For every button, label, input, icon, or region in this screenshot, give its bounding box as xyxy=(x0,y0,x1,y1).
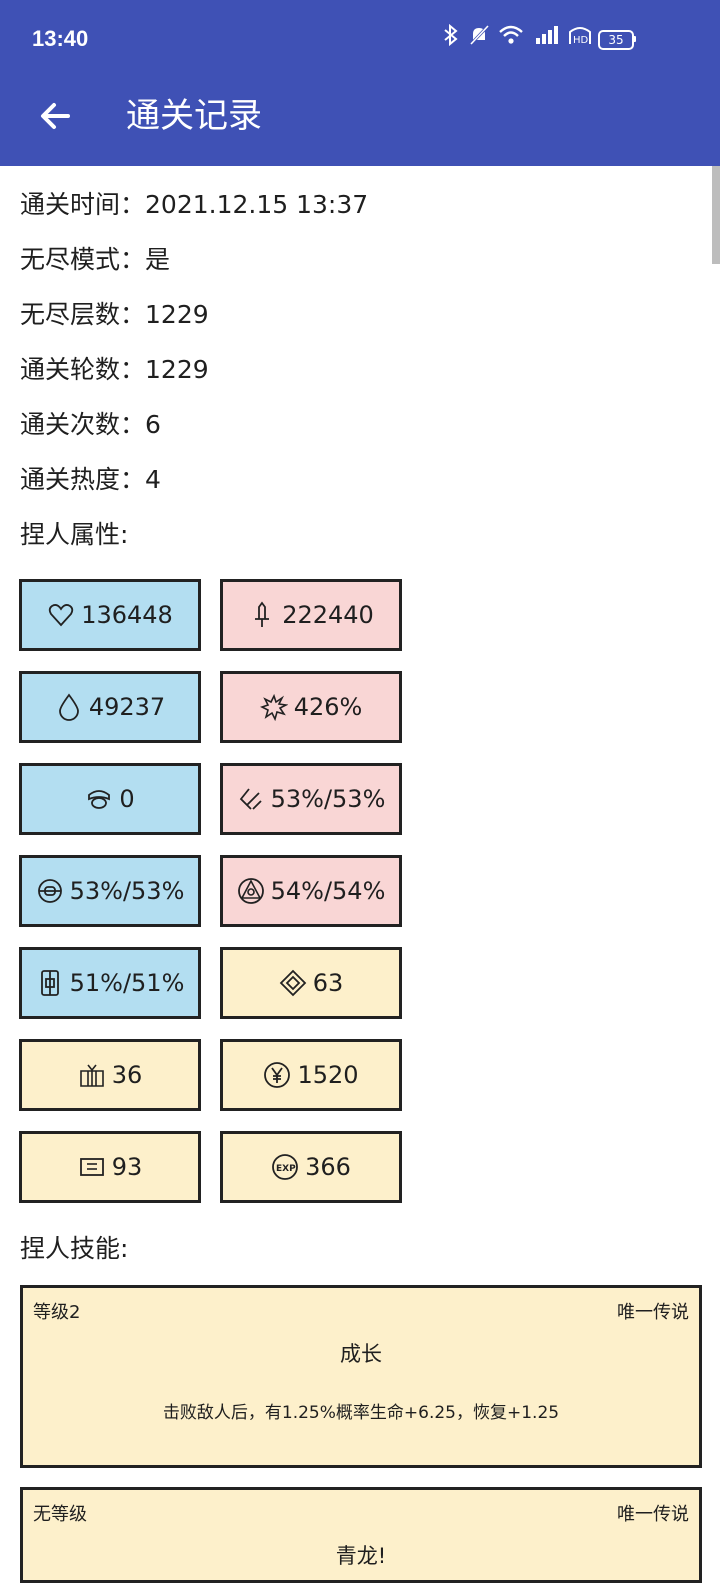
heart-icon xyxy=(49,604,74,627)
exp-icon: EXP xyxy=(272,1154,298,1180)
battery-tip xyxy=(633,36,636,42)
stat-exp: EXP 366 xyxy=(220,1131,402,1203)
info-endless-mode: 无尽模式：是 xyxy=(20,245,171,274)
svg-text:HD: HD xyxy=(573,35,589,46)
skill-level: 无等级 xyxy=(33,1504,87,1525)
skill-card[interactable]: 等级2 唯一传说 成长 击败敌人后，有1.25%概率生命+6.25，恢复+1.2… xyxy=(20,1285,702,1468)
app-bar: 13:40 HD 35 通关记录 xyxy=(0,0,720,166)
info-clear-rounds: 通关轮数：1229 xyxy=(20,355,209,384)
mute-icon xyxy=(468,24,490,51)
info-clear-time: 通关时间：2021.12.15 13:37 xyxy=(20,190,369,219)
stat-gems: 63 xyxy=(220,947,402,1019)
scrollbar[interactable] xyxy=(712,166,720,264)
stat-resist: 53%/53% xyxy=(19,855,201,927)
info-clear-count: 通关次数：6 xyxy=(20,410,161,439)
stat-crit-rate: 53%/53% xyxy=(220,763,402,835)
stat-cards: 93 xyxy=(19,1131,201,1203)
stat-block: 51%/51% xyxy=(19,947,201,1019)
battery-icon: 35 xyxy=(598,30,634,50)
info-endless-floors: 无尽层数：1229 xyxy=(20,300,209,329)
triangle-circle-icon xyxy=(237,878,264,904)
info-heat: 通关热度：4 xyxy=(20,465,161,494)
skill-name: 成长 xyxy=(340,1342,382,1366)
status-time: 13:40 xyxy=(32,26,89,51)
hd-icon: HD xyxy=(568,24,592,51)
stat-mana: 49237 xyxy=(19,671,201,743)
sword-icon xyxy=(255,601,270,627)
drop-icon xyxy=(58,693,79,721)
back-button[interactable] xyxy=(34,94,78,138)
slash-icon xyxy=(239,788,262,810)
burst-icon xyxy=(259,693,288,721)
signal-4g-icon xyxy=(532,24,560,51)
svg-text:EXP: EXP xyxy=(276,1164,296,1174)
card-icon xyxy=(79,1158,104,1176)
stat-hp: 136448 xyxy=(19,579,201,651)
stat-coins: 1520 xyxy=(220,1039,402,1111)
stat-attack: 222440 xyxy=(220,579,402,651)
skill-rarity: 唯一传说 xyxy=(617,1504,689,1525)
yen-coin-icon xyxy=(264,1062,291,1088)
gift-icon xyxy=(79,1064,104,1087)
wifi-icon xyxy=(498,24,524,51)
page-title: 通关记录 xyxy=(126,96,262,136)
arrow-left-icon xyxy=(41,103,70,129)
helmet-icon xyxy=(88,790,111,809)
stat-penetration: 54%/54% xyxy=(220,855,402,927)
attributes-heading: 捏人属性: xyxy=(20,520,129,549)
skill-level: 等级2 xyxy=(33,1302,81,1323)
status-icons: HD xyxy=(442,23,592,51)
skill-card[interactable]: 无等级 唯一传说 青龙! xyxy=(20,1487,702,1583)
skill-rarity: 唯一传说 xyxy=(617,1302,689,1323)
skill-desc: 击败敌人后，有1.25%概率生命+6.25，恢复+1.25 xyxy=(162,1403,560,1423)
diamond-icon xyxy=(279,969,306,997)
bluetooth-icon xyxy=(442,23,460,51)
skill-name: 青龙! xyxy=(335,1544,387,1568)
shield-ring-icon xyxy=(37,879,62,903)
stat-crit-damage: 426% xyxy=(220,671,402,743)
stat-boxes: 36 xyxy=(19,1039,201,1111)
armor-icon xyxy=(40,970,59,996)
skills-heading: 捏人技能: xyxy=(20,1234,129,1263)
stat-defense: 0 xyxy=(19,763,201,835)
